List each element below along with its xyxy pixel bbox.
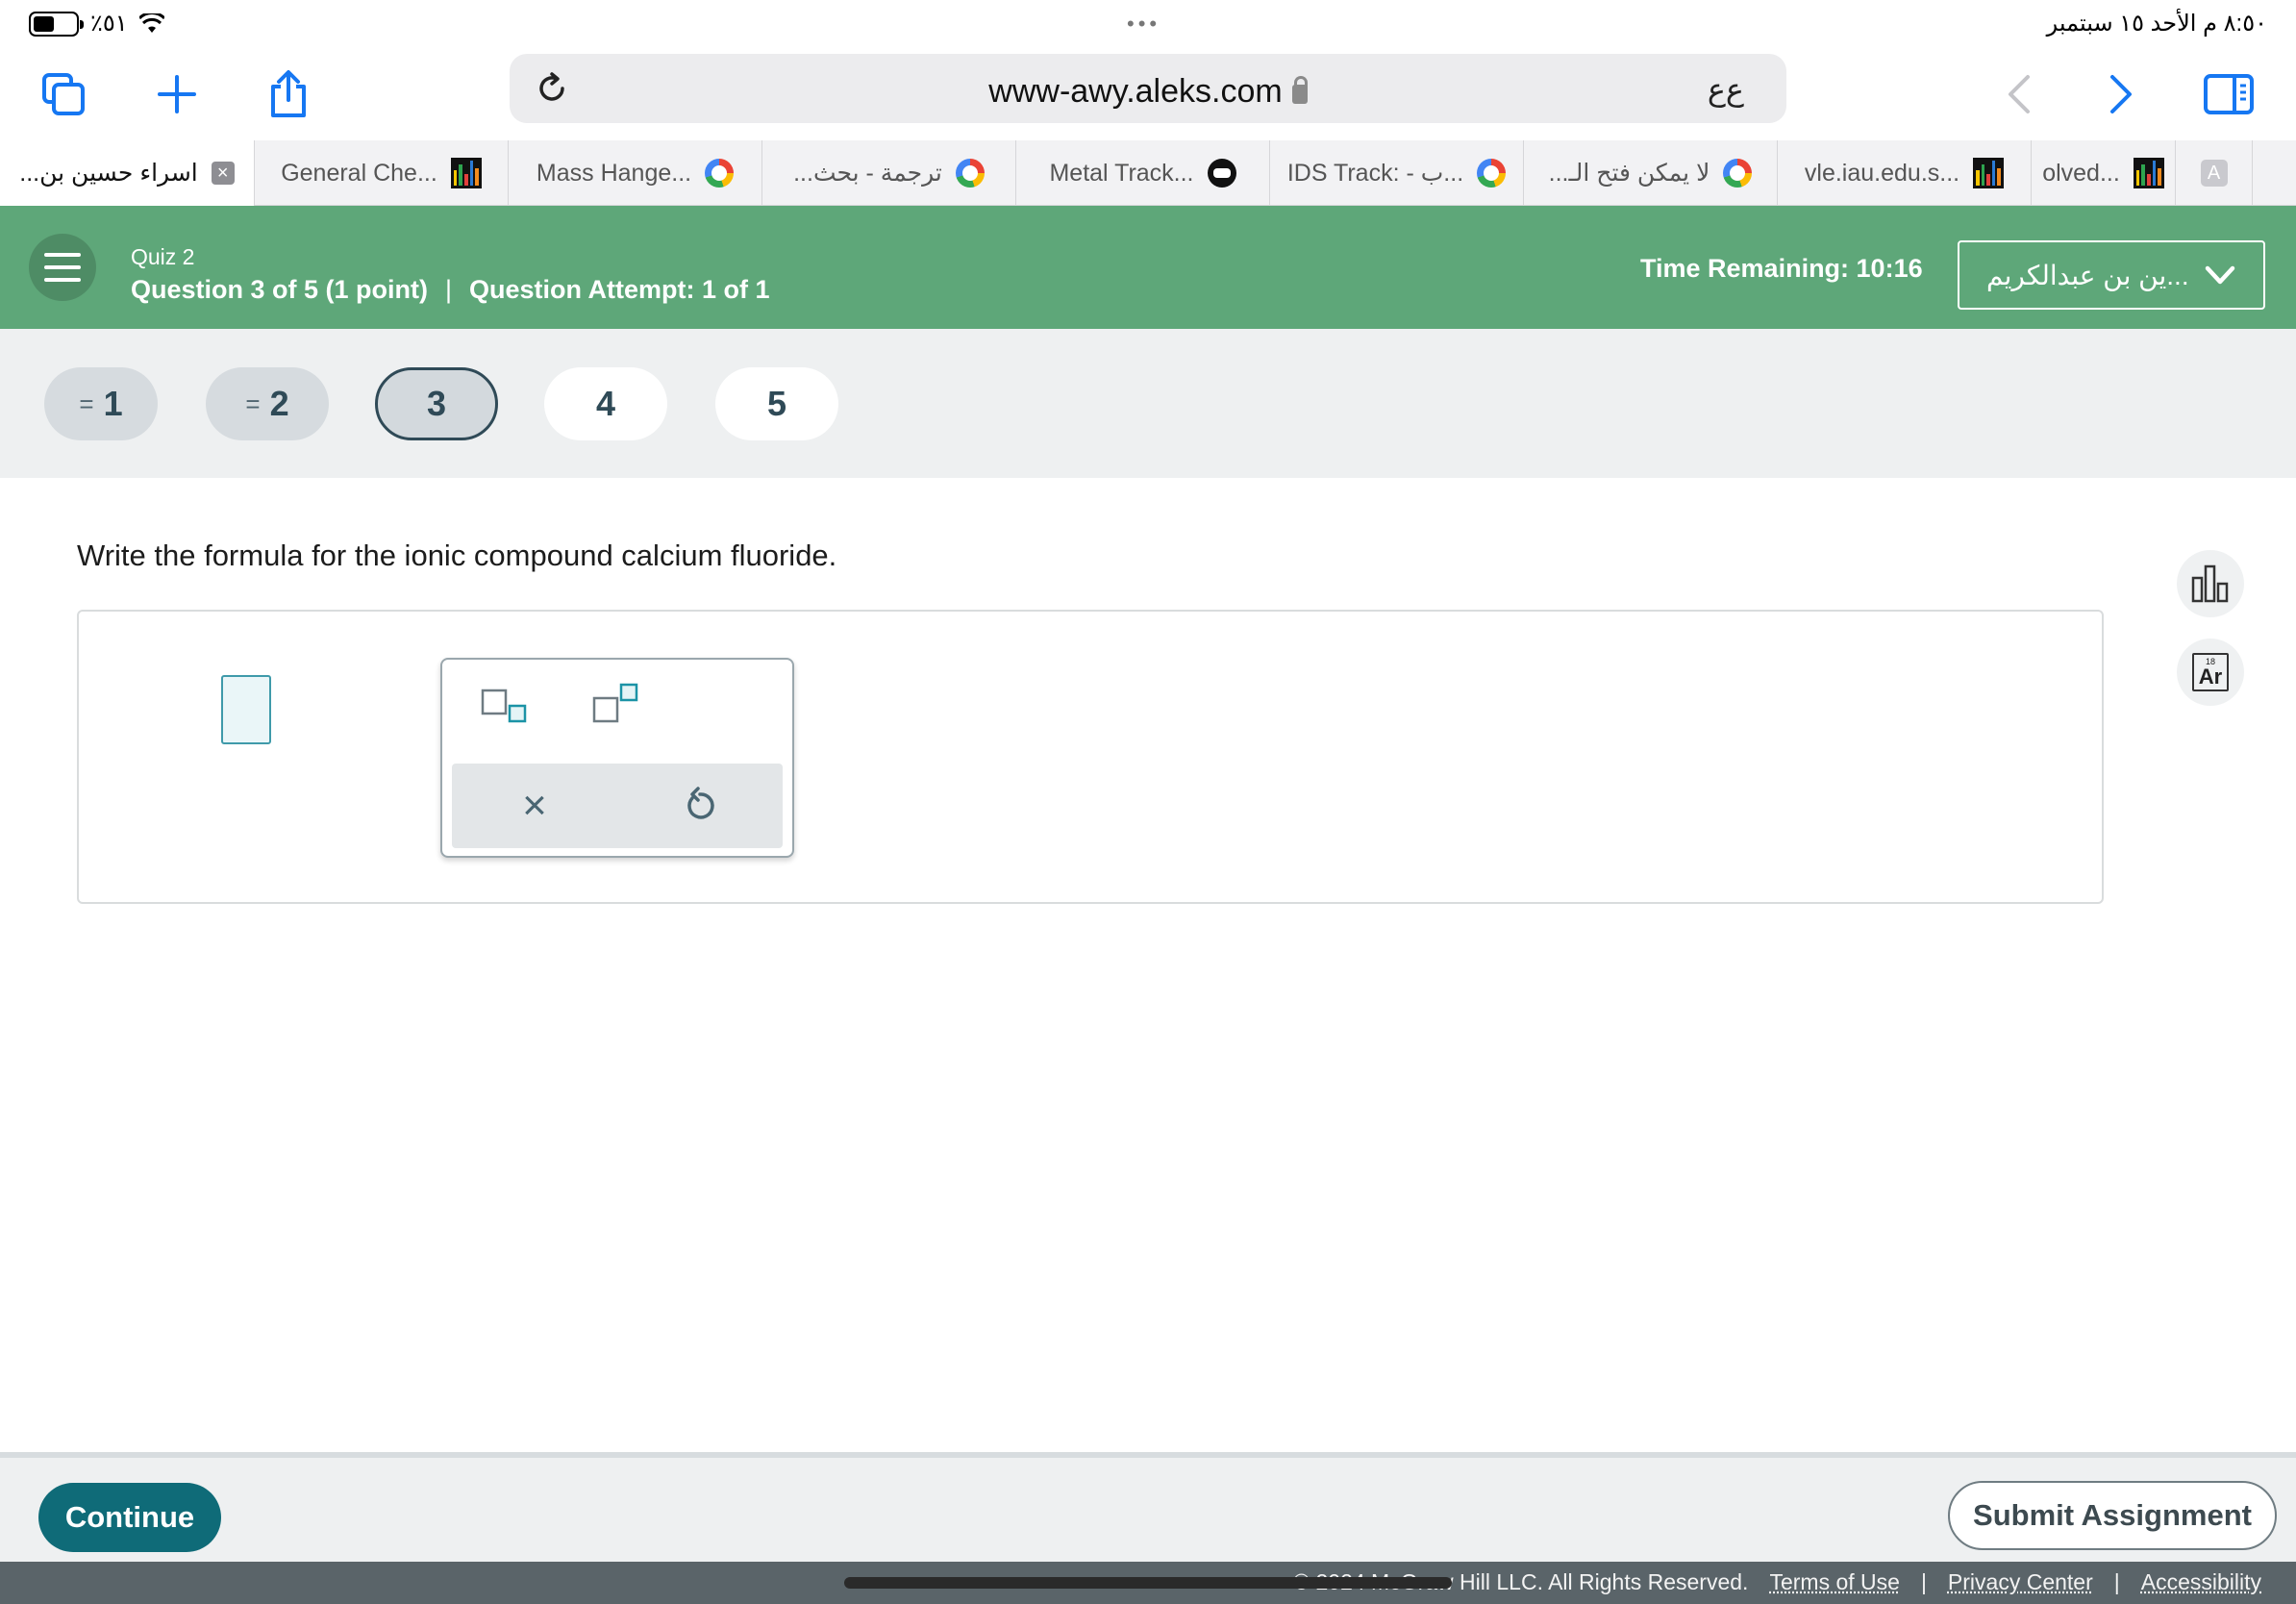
back-icon[interactable] (1990, 65, 2048, 123)
question-1-button[interactable]: = 1 (44, 367, 158, 440)
tab-label: IDS Track: - ب... (1286, 160, 1464, 187)
quiz-header: Quiz 2 Question 3 of 5 (1 point) | Quest… (0, 206, 2296, 329)
forward-icon[interactable] (2092, 65, 2150, 123)
time-remaining: Time Remaining: 10:16 (1640, 254, 1923, 283)
continue-button[interactable]: Continue (38, 1483, 221, 1552)
bars-logo-icon (450, 158, 482, 188)
tab-1[interactable]: اسراء حسين بن... × (0, 140, 254, 206)
question-prompt: Write the formula for the ionic compound… (77, 539, 837, 572)
tab-label: olved... (2042, 159, 2120, 187)
terms-link[interactable]: Terms of Use (1769, 1569, 1899, 1595)
google-icon (1723, 159, 1753, 188)
question-number: 4 (595, 384, 616, 423)
user-name: ...ين بن عبدالكريم (1986, 260, 2189, 290)
share-icon[interactable] (260, 65, 317, 123)
question-5-button[interactable]: 5 (715, 367, 838, 440)
reader-options-icon[interactable]: ﻉﻉ (1708, 71, 1744, 108)
palette-actions: × (452, 764, 783, 848)
periodic-table-icon: 18 Ar (2192, 653, 2229, 691)
question-navigation: = 1 = 2 3 4 5 (0, 329, 2296, 478)
clear-button[interactable]: × (452, 764, 617, 848)
battery-percent: ٪٥١ (90, 11, 128, 37)
attempt-count: Question Attempt: 1 of 1 (469, 275, 770, 304)
bar-chart-icon (2191, 564, 2229, 603)
question-number: 5 (766, 384, 787, 423)
periodic-symbol: Ar (2198, 664, 2223, 689)
google-icon (1477, 159, 1507, 188)
privacy-link[interactable]: Privacy Center (1948, 1569, 2093, 1595)
url-display: www-awy.aleks.com (510, 73, 1786, 111)
tab-7[interactable]: لا يمكن فتح الـ... (1523, 140, 1777, 206)
subscript-template-icon[interactable] (471, 683, 548, 737)
submit-assignment-button[interactable]: Submit Assignment (1948, 1481, 2277, 1550)
quiz-title: Quiz 2 (131, 244, 195, 269)
bars-logo-icon (2133, 158, 2164, 188)
tab-label: vle.iau.edu.s... (1804, 159, 1960, 187)
battery-icon (29, 11, 84, 37)
address-bar[interactable]: www-awy.aleks.com ﻉﻉ (510, 54, 1786, 123)
hamburger-menu-icon[interactable] (29, 234, 96, 301)
chevron-down-icon (2205, 265, 2235, 285)
tab-overflow (2252, 140, 2296, 206)
superscript-template-icon[interactable] (583, 683, 660, 737)
new-tab-icon[interactable] (148, 65, 206, 123)
question-number: 2 (269, 384, 289, 423)
status-left: ٪٥١ (29, 10, 164, 38)
question-number: 1 (103, 384, 123, 423)
periodic-table-button[interactable]: 18 Ar (2177, 639, 2244, 706)
undo-button[interactable] (617, 764, 783, 848)
question-info: Question 3 of 5 (1 point) | Question Att… (131, 275, 770, 305)
divider: | (445, 275, 453, 304)
google-icon (705, 159, 735, 188)
formula-input[interactable] (221, 675, 271, 744)
tab-10[interactable]: A (2175, 140, 2252, 206)
accessibility-link[interactable]: Accessibility (2141, 1569, 2261, 1595)
tab-label: General Che... (281, 159, 437, 187)
date-time: ٨:٥٠ م الأحد ١٥ سبتمبر (2046, 11, 2267, 37)
tab-label: اسراء حسين بن... (19, 160, 198, 187)
footer-actions: Continue Submit Assignment (0, 1452, 2296, 1562)
multitask-dots[interactable]: ••• (1127, 12, 1160, 37)
sidebar-toggle-icon[interactable] (2200, 65, 2258, 123)
data-tool-button[interactable] (2177, 550, 2244, 617)
tab-label: Mass Hange... (536, 159, 692, 187)
tabs-overview-icon[interactable] (35, 65, 92, 123)
tab-label: ترجمة - بحث... (793, 160, 942, 187)
tab-3[interactable]: Mass Hange... (508, 140, 761, 206)
tab-9[interactable]: olved... (2031, 140, 2175, 206)
letter-a-icon: A (2200, 160, 2228, 187)
divider: | (1920, 1569, 1927, 1594)
tab-6[interactable]: IDS Track: - ب... (1269, 140, 1523, 206)
question-2-button[interactable]: = 2 (206, 367, 329, 440)
tab-8[interactable]: vle.iau.edu.s... (1777, 140, 2031, 206)
bars-logo-icon (1973, 158, 2005, 188)
user-menu-dropdown[interactable]: ...ين بن عبدالكريم (1958, 240, 2265, 310)
browser-toolbar: www-awy.aleks.com ﻉﻉ (0, 48, 2296, 140)
home-indicator[interactable] (844, 1577, 1452, 1589)
robot-icon (1207, 159, 1236, 188)
status-bar: ٪٥١ ••• ٨:٥٠ م الأحد ١٥ سبتمبر (0, 0, 2296, 46)
tab-5[interactable]: Metal Track... (1015, 140, 1269, 206)
tab-4[interactable]: ترجمة - بحث... (761, 140, 1015, 206)
question-count: Question 3 of 5 (1 point) (131, 275, 428, 304)
formula-palette: × (440, 658, 794, 858)
close-icon: × (522, 782, 547, 829)
answer-area: × (77, 610, 2104, 904)
question-3-button[interactable]: 3 (375, 367, 498, 440)
tab-strip: اسراء حسين بن... × General Che... Mass H… (0, 140, 2296, 206)
wifi-icon (138, 13, 164, 33)
question-number: 3 (426, 384, 447, 423)
tab-label: Metal Track... (1049, 159, 1194, 187)
url-text: www-awy.aleks.com (988, 73, 1283, 110)
close-tab-icon[interactable]: × (211, 162, 235, 185)
tab-label: لا يمكن فتح الـ... (1548, 160, 1710, 187)
question-4-button[interactable]: 4 (544, 367, 667, 440)
divider: | (2113, 1569, 2120, 1594)
answered-mark-icon: = (245, 388, 261, 418)
undo-icon (687, 787, 714, 819)
lock-icon (1291, 76, 1308, 104)
answered-mark-icon: = (79, 388, 94, 418)
google-icon (955, 159, 985, 188)
tab-2[interactable]: General Che... (254, 140, 508, 206)
